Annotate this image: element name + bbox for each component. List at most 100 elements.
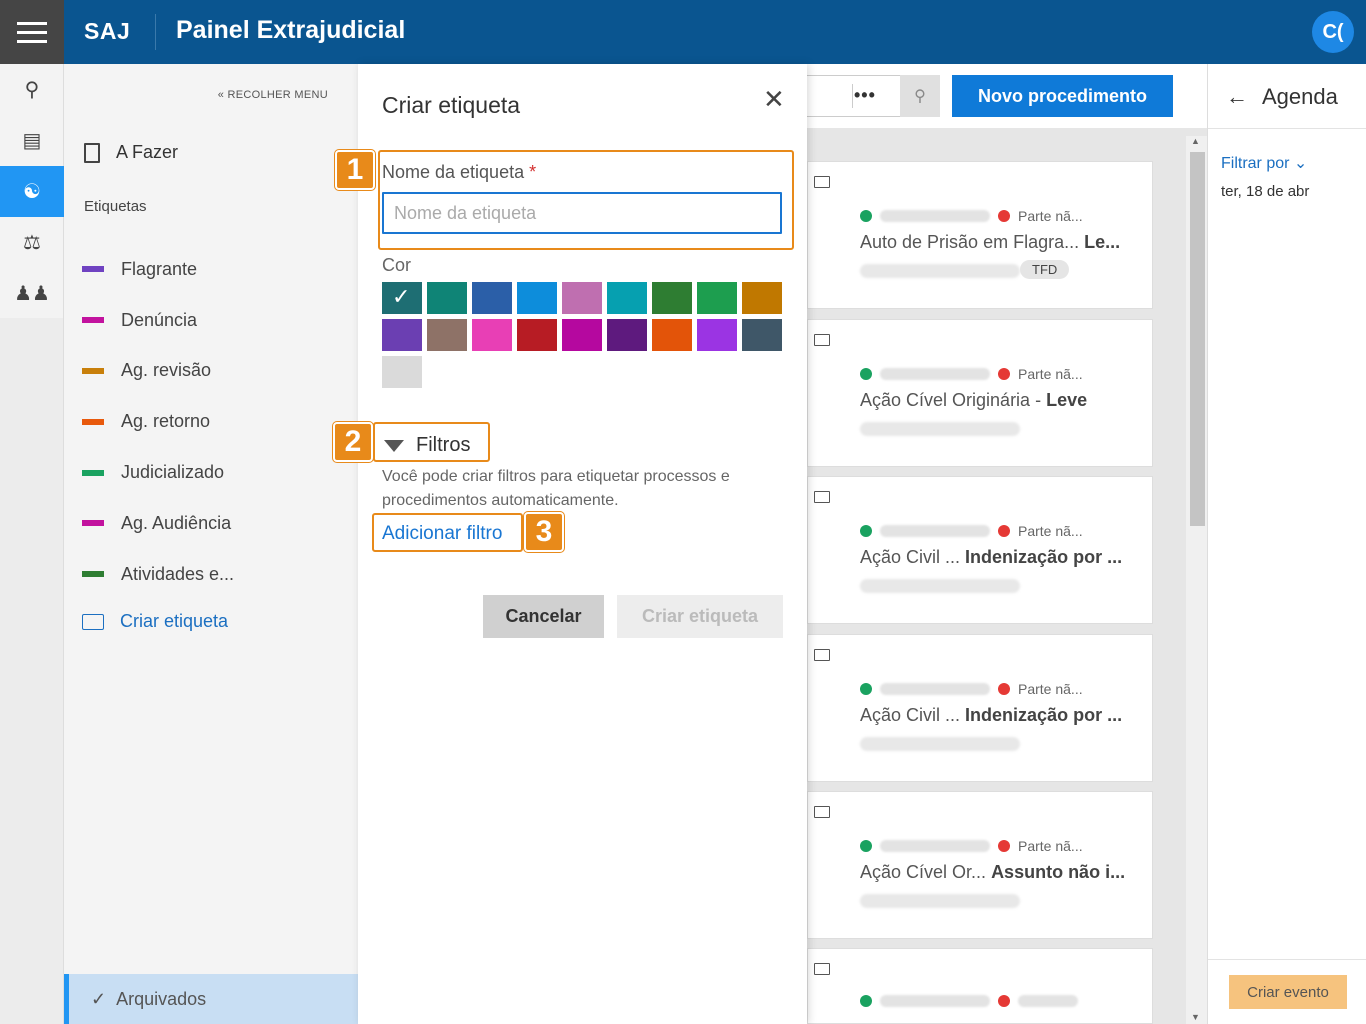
- search-icon[interactable]: ⚲: [900, 75, 940, 117]
- card-subject: Indenização por ...: [965, 547, 1123, 567]
- scroll-up-icon[interactable]: ▲: [1191, 136, 1200, 146]
- sidebar-item-tag[interactable]: Judicializado: [82, 447, 234, 498]
- color-swatch[interactable]: [562, 282, 602, 314]
- collapse-menu-button[interactable]: « RECOLHER MENU: [218, 89, 328, 101]
- color-swatch[interactable]: [742, 319, 782, 351]
- card-status: Parte nã...: [1018, 523, 1083, 539]
- color-swatch[interactable]: [742, 282, 782, 314]
- color-swatch[interactable]: [382, 356, 422, 388]
- card-class: Ação Cível Originária -: [860, 390, 1042, 410]
- color-swatch[interactable]: [382, 319, 422, 351]
- color-swatch[interactable]: [652, 319, 692, 351]
- more-options-button[interactable]: •••: [854, 85, 876, 106]
- blurred-process-number: [860, 894, 1020, 908]
- color-swatch[interactable]: [517, 282, 557, 314]
- sidebar-item-label: A Fazer: [116, 142, 179, 162]
- color-swatch[interactable]: [562, 319, 602, 351]
- filter-by-dropdown[interactable]: Filtrar por ⌄: [1221, 153, 1307, 173]
- card-title: Auto de Prisão em Flagra... Le...: [860, 232, 1120, 253]
- card-class: Ação Civil ...: [860, 705, 961, 725]
- color-swatch[interactable]: [472, 319, 512, 351]
- tag-color-swatch: [82, 469, 104, 476]
- tag-name-label-text: Nome da etiqueta: [382, 162, 525, 182]
- sidebar-item-tag[interactable]: Ag. retorno: [82, 396, 234, 447]
- sidebar-item-todo[interactable]: A Fazer: [84, 142, 178, 163]
- status-active-icon: [860, 840, 872, 852]
- sidebar-item-tag[interactable]: Ag. revisão: [82, 346, 234, 397]
- agenda-header: ← Agenda: [1208, 64, 1366, 110]
- card-class: Ação Civil ...: [860, 547, 961, 567]
- tag-color-swatch: [82, 266, 104, 273]
- tag-icon[interactable]: [814, 491, 830, 503]
- agenda-panel: ← Agenda Filtrar por ⌄ ter, 18 de abr Cr…: [1207, 64, 1366, 1024]
- sidebar-item-archived[interactable]: ✓ Arquivados: [64, 974, 358, 1024]
- color-swatch[interactable]: [427, 319, 467, 351]
- clipboard-icon[interactable]: ▤: [0, 115, 64, 166]
- scales-icon[interactable]: ⚖: [0, 217, 64, 268]
- tag-name-input[interactable]: [382, 192, 782, 234]
- color-swatch[interactable]: [517, 319, 557, 351]
- color-swatch[interactable]: [382, 282, 422, 314]
- tag-label: Atividades e...: [121, 563, 235, 584]
- sidebar: « RECOLHER MENU A Fazer Etiquetas Flagra…: [64, 64, 358, 1024]
- card-parties: Parte nã...: [860, 681, 1083, 697]
- tag-label: Judicializado: [121, 462, 225, 483]
- procedure-card[interactable]: Parte nã... Auto de Prisão em Flagra... …: [807, 161, 1153, 309]
- tag-icon[interactable]: [814, 176, 830, 188]
- procedure-card[interactable]: Parte nã... Ação Cível Or... Assunto não…: [807, 791, 1153, 939]
- add-filter-link[interactable]: Adicionar filtro: [382, 523, 502, 545]
- handshake-icon[interactable]: ☯: [0, 166, 64, 217]
- archived-label: Arquivados: [116, 988, 207, 1009]
- user-tasks-icon[interactable]: ⚲: [0, 64, 64, 115]
- color-swatch[interactable]: [697, 282, 737, 314]
- sidebar-item-tag[interactable]: Flagrante: [82, 244, 234, 295]
- procedure-card[interactable]: Parte nã... Ação Civil ... Indenização p…: [807, 634, 1153, 782]
- scrollbar[interactable]: ▲ ▼: [1186, 136, 1207, 1024]
- search-divider: [852, 84, 853, 108]
- color-swatch[interactable]: [472, 282, 512, 314]
- chevron-down-icon: ⌄: [1293, 155, 1308, 172]
- blurred-name: [880, 840, 990, 852]
- add-tag-icon: [82, 613, 104, 630]
- tag-icon[interactable]: [814, 649, 830, 661]
- create-event-button[interactable]: Criar evento: [1229, 975, 1347, 1009]
- procedure-card[interactable]: Parte nã... Ação Cível Originária - Leve: [807, 319, 1153, 467]
- scroll-down-icon[interactable]: ▼: [1191, 1012, 1200, 1022]
- hamburger-menu-icon[interactable]: [0, 0, 64, 64]
- status-missing-icon: [998, 995, 1010, 1007]
- scrollbar-thumb[interactable]: [1190, 152, 1205, 526]
- new-procedure-button[interactable]: Novo procedimento: [952, 75, 1173, 117]
- main-content: ••• ⚲ Novo procedimento Parte nã... Auto…: [807, 64, 1207, 1024]
- card-subject: Le...: [1084, 232, 1121, 252]
- card-parties: Parte nã...: [860, 208, 1083, 224]
- tag-list: Flagrante Denúncia Ag. revisão Ag. retor…: [82, 244, 234, 600]
- procedure-card[interactable]: Parte nã... Ação Civil ... Indenização p…: [807, 476, 1153, 624]
- arrow-left-icon[interactable]: ←: [1226, 84, 1248, 110]
- avatar[interactable]: C(: [1312, 11, 1354, 53]
- annotation-badge: 1: [335, 150, 375, 190]
- color-swatch[interactable]: [427, 282, 467, 314]
- page-title: Painel Extrajudicial: [176, 16, 406, 44]
- create-tag-button[interactable]: Criar etiqueta: [617, 595, 783, 638]
- sidebar-item-tag[interactable]: Ag. Audiência: [82, 498, 234, 549]
- sidebar-item-tag[interactable]: Atividades e...: [82, 549, 234, 600]
- card-title: Ação Civil ... Indenização por ...: [860, 547, 1122, 568]
- close-icon[interactable]: ✕: [763, 84, 785, 115]
- tag-label: Flagrante: [121, 258, 198, 279]
- cancel-button[interactable]: Cancelar: [483, 595, 604, 638]
- status-missing-icon: [998, 840, 1010, 852]
- sidebar-item-tag[interactable]: Denúncia: [82, 295, 234, 346]
- tag-icon[interactable]: [814, 334, 830, 346]
- people-icon[interactable]: ♟♟: [0, 268, 64, 319]
- color-swatch[interactable]: [697, 319, 737, 351]
- tag-icon[interactable]: [814, 963, 830, 975]
- create-tag-link[interactable]: Criar etiqueta: [82, 611, 228, 632]
- card-subject: Leve: [1046, 390, 1088, 410]
- color-swatch[interactable]: [607, 319, 647, 351]
- procedure-card[interactable]: [807, 948, 1153, 1024]
- tag-icon[interactable]: [814, 806, 830, 818]
- agenda-footer: Criar evento: [1208, 959, 1366, 1024]
- color-swatch[interactable]: [652, 282, 692, 314]
- color-swatch[interactable]: [607, 282, 647, 314]
- tag-label: Ag. retorno: [121, 411, 211, 432]
